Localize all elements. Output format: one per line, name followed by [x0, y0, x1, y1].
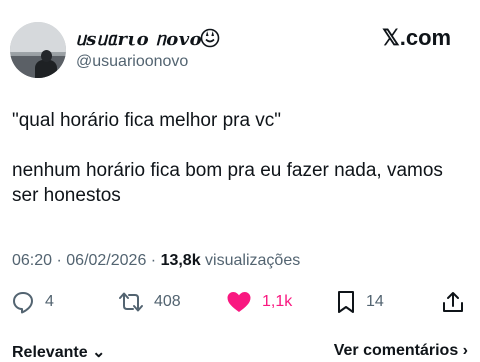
repost-button[interactable]: 408: [118, 288, 181, 316]
tweet-line-1: "qual horário fica melhor pra vc": [12, 110, 282, 131]
views-count: 13,8k: [160, 252, 201, 269]
like-button[interactable]: 1,1k: [226, 288, 292, 316]
tweet-date: 06/02/2026: [66, 252, 147, 269]
like-count: 1,1k: [262, 293, 293, 310]
reply-count: 4: [45, 293, 54, 310]
repost-count: 408: [154, 293, 181, 310]
bookmark-icon: [338, 291, 354, 313]
tweet-line-2: nenhum horário fica bom pra eu fazer nad…: [12, 160, 443, 206]
reply-button[interactable]: 4: [11, 288, 54, 316]
avatar-person-head: [41, 50, 52, 62]
views-label: visualizações: [200, 252, 301, 269]
bookmark-count: 14: [366, 293, 384, 310]
reply-icon: [13, 292, 33, 314]
tweet-time: 06:20: [12, 252, 53, 269]
heart-icon: [227, 292, 251, 312]
view-comments-link[interactable]: Ver comentários ›: [334, 342, 468, 360]
share-icon: [443, 292, 463, 312]
meta-separator: ·: [146, 252, 161, 269]
tweet-text: "qual horário fica melhor pra vc" nenhum…: [12, 108, 472, 208]
brand-label: 𝕏.com: [382, 25, 452, 50]
avatar[interactable]: [10, 22, 66, 78]
handle[interactable]: @usuarioonovo: [76, 53, 188, 71]
repost-icon: [119, 292, 143, 312]
tweet-meta: 06:20 · 06/02/2026 · 13,8k visualizações: [12, 252, 300, 270]
meta-separator: ·: [52, 252, 67, 269]
share-button[interactable]: [441, 288, 465, 316]
smiley-peace-icon: [200, 28, 220, 48]
sort-relevant-button[interactable]: Relevante ⌄: [12, 342, 105, 362]
bookmark-button[interactable]: 14: [336, 288, 384, 316]
display-name[interactable]: ᥙsᥙᥲrιo ᥒovo: [76, 29, 202, 50]
avatar-person-body: [35, 60, 57, 78]
avatar-sky: [10, 22, 66, 52]
